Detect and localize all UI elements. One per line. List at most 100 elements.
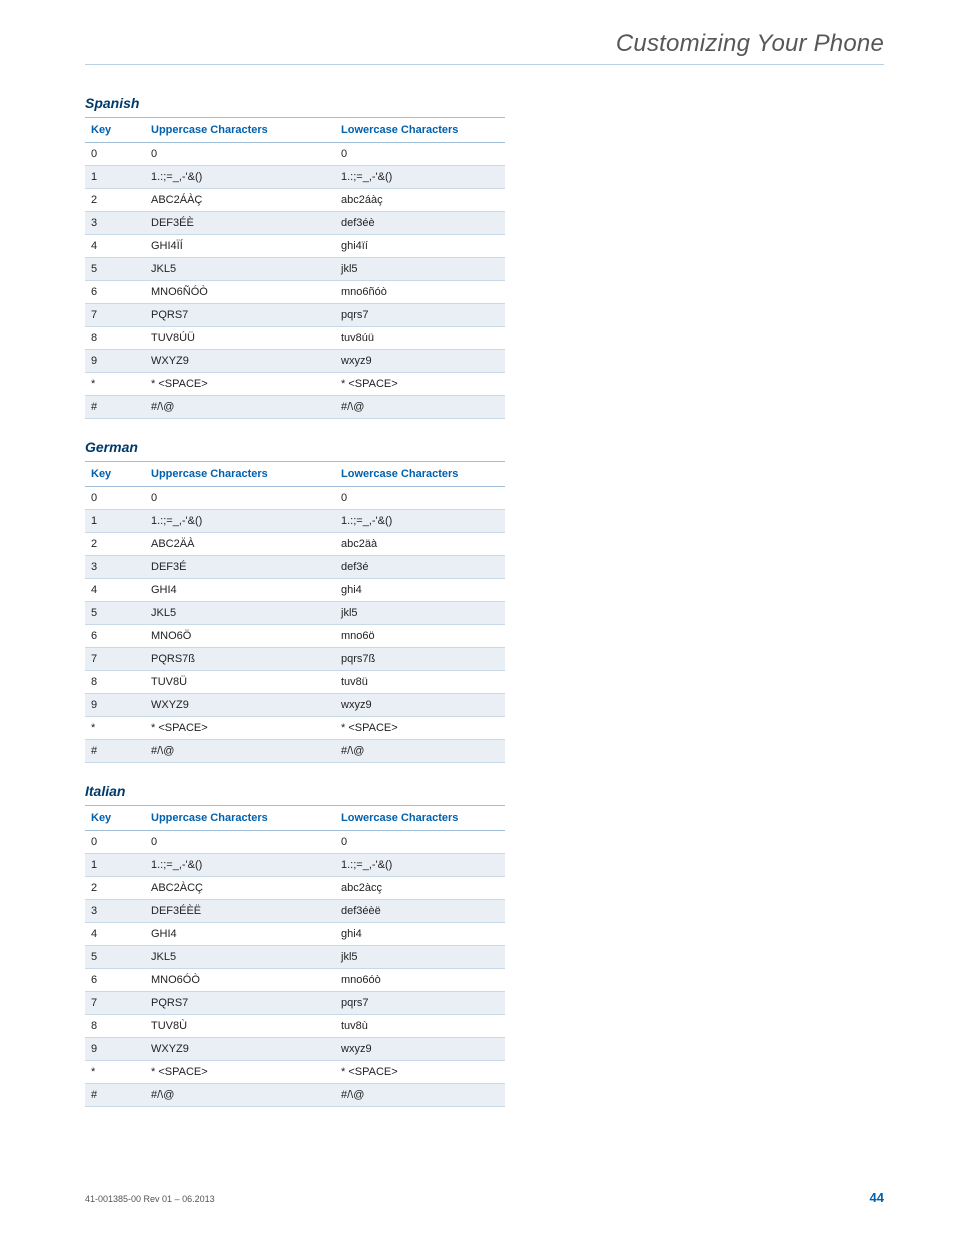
table-row: 6MNO6Ömno6ö [85, 625, 505, 648]
table-cell-key: 0 [85, 831, 145, 854]
table-cell-key: # [85, 740, 145, 763]
table-row: 11.:;=_,-'&()1.:;=_,-'&() [85, 510, 505, 533]
table-row: ##/\@#/\@ [85, 740, 505, 763]
table-cell-upper: 1.:;=_,-'&() [145, 854, 335, 877]
table-header-lower: Lowercase Characters [335, 118, 505, 143]
table-header-lower: Lowercase Characters [335, 806, 505, 831]
table-cell-lower: wxyz9 [335, 1038, 505, 1061]
table-row: ##/\@#/\@ [85, 396, 505, 419]
sections-container: Spanish KeyUppercase CharactersLowercase … [85, 95, 884, 1107]
page: Customizing Your Phone Spanish KeyUpperca… [0, 0, 954, 1235]
table-row: 000 [85, 487, 505, 510]
table-cell-lower: wxyz9 [335, 694, 505, 717]
table-cell-key: 2 [85, 877, 145, 900]
table-cell-key: 1 [85, 510, 145, 533]
table-cell-upper: #/\@ [145, 396, 335, 419]
section-title: Italian [85, 783, 884, 799]
table-row: 9WXYZ9wxyz9 [85, 694, 505, 717]
table-cell-key: 3 [85, 900, 145, 923]
table-cell-upper: PQRS7 [145, 304, 335, 327]
table-cell-lower: wxyz9 [335, 350, 505, 373]
table-cell-lower: 0 [335, 831, 505, 854]
table-cell-lower: tuv8úü [335, 327, 505, 350]
header-divider [85, 64, 884, 65]
table-cell-key: 8 [85, 671, 145, 694]
table-cell-upper: ABC2ÄÀ [145, 533, 335, 556]
table-cell-key: 0 [85, 487, 145, 510]
table-header-lower: Lowercase Characters [335, 462, 505, 487]
table-cell-lower: ghi4 [335, 923, 505, 946]
page-header-title: Customizing Your Phone [85, 30, 884, 64]
table-row: ##/\@#/\@ [85, 1084, 505, 1107]
table-row: 2ABC2ÀCÇabc2àcç [85, 877, 505, 900]
table-cell-lower: #/\@ [335, 740, 505, 763]
table-cell-key: * [85, 1061, 145, 1084]
table-cell-upper: MNO6ÑÓÒ [145, 281, 335, 304]
table-cell-lower: ghi4ïí [335, 235, 505, 258]
table-cell-lower: #/\@ [335, 1084, 505, 1107]
table-row: 6MNO6ÓÒmno6óò [85, 969, 505, 992]
table-cell-upper: DEF3É [145, 556, 335, 579]
table-cell-key: 5 [85, 946, 145, 969]
table-cell-upper: PQRS7ß [145, 648, 335, 671]
table-cell-upper: * <SPACE> [145, 373, 335, 396]
table-cell-upper: JKL5 [145, 602, 335, 625]
table-row: 8TUV8ÚÜtuv8úü [85, 327, 505, 350]
table-row: 000 [85, 143, 505, 166]
table-cell-key: 2 [85, 189, 145, 212]
table-header-upper: Uppercase Characters [145, 118, 335, 143]
table-cell-key: 1 [85, 166, 145, 189]
table-row: 8TUV8Ütuv8ü [85, 671, 505, 694]
table-row: 4GHI4ÏÍghi4ïí [85, 235, 505, 258]
page-footer: 41-001385-00 Rev 01 – 06.2013 44 [85, 1190, 884, 1205]
table-row: 2ABC2ÁÀÇabc2áàç [85, 189, 505, 212]
table-row: 000 [85, 831, 505, 854]
table-row: 5JKL5jkl5 [85, 946, 505, 969]
table-cell-key: # [85, 1084, 145, 1107]
table-cell-upper: #/\@ [145, 740, 335, 763]
table-row: 6MNO6ÑÓÒmno6ñóò [85, 281, 505, 304]
table-cell-upper: MNO6Ö [145, 625, 335, 648]
table-cell-upper: DEF3ÉÈË [145, 900, 335, 923]
character-table: KeyUppercase CharactersLowercase Charact… [85, 461, 505, 763]
table-cell-upper: 1.:;=_,-'&() [145, 510, 335, 533]
table-cell-lower: jkl5 [335, 602, 505, 625]
table-row: 7PQRS7pqrs7 [85, 304, 505, 327]
table-cell-key: 4 [85, 579, 145, 602]
table-cell-upper: * <SPACE> [145, 1061, 335, 1084]
table-cell-upper: WXYZ9 [145, 694, 335, 717]
table-cell-lower: 1.:;=_,-'&() [335, 510, 505, 533]
table-cell-lower: abc2àcç [335, 877, 505, 900]
table-cell-key: 1 [85, 854, 145, 877]
table-cell-key: * [85, 373, 145, 396]
table-row: 4GHI4ghi4 [85, 923, 505, 946]
table-cell-upper: WXYZ9 [145, 350, 335, 373]
table-row: 11.:;=_,-'&()1.:;=_,-'&() [85, 166, 505, 189]
table-cell-key: 3 [85, 556, 145, 579]
table-cell-key: 9 [85, 694, 145, 717]
table-cell-lower: def3éèë [335, 900, 505, 923]
table-cell-key: 0 [85, 143, 145, 166]
table-cell-upper: WXYZ9 [145, 1038, 335, 1061]
table-cell-lower: mno6ñóò [335, 281, 505, 304]
table-cell-key: 8 [85, 1015, 145, 1038]
table-cell-upper: 0 [145, 831, 335, 854]
table-cell-lower: pqrs7 [335, 304, 505, 327]
table-row: 9WXYZ9wxyz9 [85, 350, 505, 373]
table-cell-key: 2 [85, 533, 145, 556]
section-title: Spanish [85, 95, 884, 111]
table-cell-upper: * <SPACE> [145, 717, 335, 740]
table-cell-lower: * <SPACE> [335, 373, 505, 396]
table-row: 5JKL5jkl5 [85, 258, 505, 281]
table-row: 3DEF3Édef3é [85, 556, 505, 579]
table-cell-key: 5 [85, 602, 145, 625]
table-header-upper: Uppercase Characters [145, 462, 335, 487]
table-cell-key: 7 [85, 304, 145, 327]
table-row: 3DEF3ÉÈdef3éè [85, 212, 505, 235]
table-row: ** <SPACE>* <SPACE> [85, 373, 505, 396]
table-cell-lower: 0 [335, 143, 505, 166]
table-cell-upper: 0 [145, 487, 335, 510]
table-cell-upper: #/\@ [145, 1084, 335, 1107]
table-cell-key: * [85, 717, 145, 740]
table-row: 5JKL5jkl5 [85, 602, 505, 625]
